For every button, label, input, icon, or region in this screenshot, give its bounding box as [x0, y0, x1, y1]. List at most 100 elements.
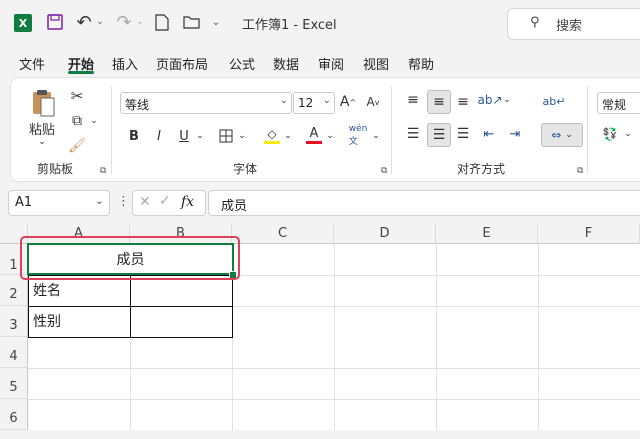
- clipboard-launcher-icon[interactable]: ⧉: [100, 166, 106, 176]
- ribbon-tabs: 文件 开始 插入 页面布局 公式 数据 审阅 视图 帮助: [0, 50, 640, 76]
- separator: [111, 86, 112, 174]
- font-size-select[interactable]: 12 ⌄: [293, 92, 335, 114]
- chevron-down-icon: ⌄: [565, 130, 573, 140]
- new-file-icon[interactable]: [154, 13, 170, 31]
- underline-dropdown-icon[interactable]: ⌄: [195, 130, 205, 142]
- name-box-value: A1: [15, 195, 33, 210]
- formula-buttons: ✕ ✓ fx: [132, 190, 206, 216]
- separator: [587, 86, 588, 174]
- active-tab-indicator: [68, 71, 94, 74]
- clipboard-group-label: 剪贴板: [37, 162, 74, 176]
- undo-dropdown-icon[interactable]: ⌄: [95, 16, 105, 28]
- row-header-4[interactable]: 4: [0, 337, 28, 368]
- phonetic-guide-icon[interactable]: wén 文: [347, 124, 369, 147]
- top-align-icon[interactable]: ≡: [403, 90, 423, 110]
- tab-review[interactable]: 审阅: [318, 54, 344, 73]
- middle-align-icon[interactable]: ≡: [427, 90, 451, 114]
- column-header-e[interactable]: E: [436, 224, 538, 244]
- cell-b3[interactable]: [130, 306, 233, 338]
- tab-view[interactable]: 视图: [363, 54, 389, 73]
- tab-data[interactable]: 数据: [273, 54, 299, 73]
- tab-insert[interactable]: 插入: [112, 54, 138, 73]
- formula-bar: A1 ⌄ ⋮ ✕ ✓ fx 成员: [0, 186, 640, 218]
- fill-color-dropdown-icon[interactable]: ⌄: [283, 130, 293, 142]
- increase-font-icon[interactable]: A ^: [338, 92, 358, 112]
- font-group-label: 字体: [233, 162, 258, 176]
- bold-icon[interactable]: B: [125, 126, 143, 146]
- paste-icon[interactable]: [29, 88, 57, 118]
- more-options-icon[interactable]: ⋮: [117, 194, 130, 209]
- undo-icon[interactable]: ↶: [74, 12, 94, 33]
- search-icon: ⚲: [530, 15, 540, 30]
- borders-dropdown-icon[interactable]: ⌄: [237, 130, 247, 142]
- enter-icon[interactable]: ✓: [159, 193, 171, 209]
- save-icon[interactable]: [46, 13, 64, 31]
- name-box[interactable]: A1 ⌄: [8, 190, 110, 216]
- highlight-annotation: [20, 236, 240, 280]
- gridline: [436, 244, 437, 430]
- tab-page-layout[interactable]: 页面布局: [156, 54, 208, 73]
- column-header-c[interactable]: C: [232, 224, 334, 244]
- orientation-dropdown-icon[interactable]: ⌄: [502, 94, 512, 106]
- font-name-select[interactable]: 等线 ⌄: [120, 92, 292, 114]
- italic-icon[interactable]: I: [150, 126, 168, 146]
- separator: [391, 86, 392, 174]
- search-label: 搜索: [556, 19, 583, 34]
- increase-indent-icon[interactable]: ⇥: [505, 124, 525, 144]
- row-header-5[interactable]: 5: [0, 368, 28, 399]
- chevron-down-icon: ⌄: [322, 95, 331, 106]
- bottom-align-icon[interactable]: ≡: [453, 92, 473, 112]
- paste-dropdown-icon[interactable]: ⌄: [37, 136, 47, 148]
- font-color-icon[interactable]: A: [305, 124, 323, 146]
- row-header-3[interactable]: 3: [0, 306, 28, 337]
- orientation-icon[interactable]: ab↗: [477, 90, 502, 110]
- gridline: [28, 399, 640, 400]
- column-header-f[interactable]: F: [538, 224, 640, 244]
- fill-color-icon[interactable]: ◇: [263, 124, 281, 146]
- tab-help[interactable]: 帮助: [408, 54, 434, 73]
- spreadsheet-grid[interactable]: A B C D E F 1 2 3 4 5 6 成员 姓名 性别: [0, 224, 640, 430]
- row-header-6[interactable]: 6: [0, 399, 28, 430]
- font-color-dropdown-icon[interactable]: ⌄: [325, 130, 335, 142]
- phonetic-dropdown-icon[interactable]: ⌄: [371, 130, 381, 142]
- copy-icon[interactable]: ⧉: [67, 111, 87, 131]
- paste-label[interactable]: 粘贴: [27, 120, 57, 138]
- align-right-icon[interactable]: ☰: [453, 124, 473, 144]
- font-name-value: 等线: [125, 98, 150, 112]
- align-center-icon[interactable]: ☰: [427, 123, 451, 147]
- quick-access-dropdown-icon[interactable]: ⌄: [210, 14, 222, 30]
- number-format-select[interactable]: 常规: [597, 92, 640, 114]
- tab-formulas[interactable]: 公式: [229, 54, 255, 73]
- tab-file[interactable]: 文件: [19, 54, 45, 73]
- formula-input[interactable]: 成员: [208, 190, 640, 216]
- chevron-down-icon: ⌄: [279, 95, 288, 106]
- cancel-icon[interactable]: ✕: [139, 194, 151, 210]
- open-folder-icon[interactable]: [182, 14, 202, 30]
- wrap-text-icon[interactable]: ab↵: [543, 90, 566, 112]
- gridline: [232, 275, 640, 276]
- decrease-font-icon[interactable]: Av: [363, 92, 383, 112]
- column-header-d[interactable]: D: [334, 224, 436, 244]
- borders-icon[interactable]: [217, 126, 235, 146]
- currency-dropdown-icon[interactable]: ⌄: [623, 128, 633, 140]
- copy-dropdown-icon[interactable]: ⌄: [89, 115, 99, 127]
- insert-function-icon[interactable]: fx: [181, 194, 194, 210]
- currency-format-icon[interactable]: 💱: [599, 124, 621, 144]
- align-left-icon[interactable]: ☰: [403, 124, 423, 144]
- cell-a3[interactable]: 性别: [28, 306, 131, 338]
- merge-center-button[interactable]: ⇔ ⌄: [541, 123, 583, 147]
- redo-dropdown-icon[interactable]: ⌄: [135, 16, 145, 28]
- alignment-launcher-icon[interactable]: ⧉: [577, 166, 583, 176]
- title-bar: X ↶ ⌄ ↷ ⌄ ⌄ 工作簿1 - Excel ⚲ 搜索: [0, 0, 640, 46]
- redo-icon[interactable]: ↷: [114, 12, 134, 33]
- alignment-group-label: 对齐方式: [457, 162, 506, 176]
- search-box[interactable]: ⚲ 搜索: [507, 8, 640, 40]
- format-painter-icon[interactable]: 🖌: [67, 136, 87, 156]
- chevron-down-icon: ⌄: [94, 194, 104, 207]
- underline-icon[interactable]: U: [175, 126, 193, 146]
- cut-icon[interactable]: ✂: [67, 86, 87, 106]
- window-title: 工作簿1 - Excel: [242, 18, 337, 33]
- font-launcher-icon[interactable]: ⧉: [381, 166, 387, 176]
- gridline: [232, 306, 640, 307]
- decrease-indent-icon[interactable]: ⇤: [479, 124, 499, 144]
